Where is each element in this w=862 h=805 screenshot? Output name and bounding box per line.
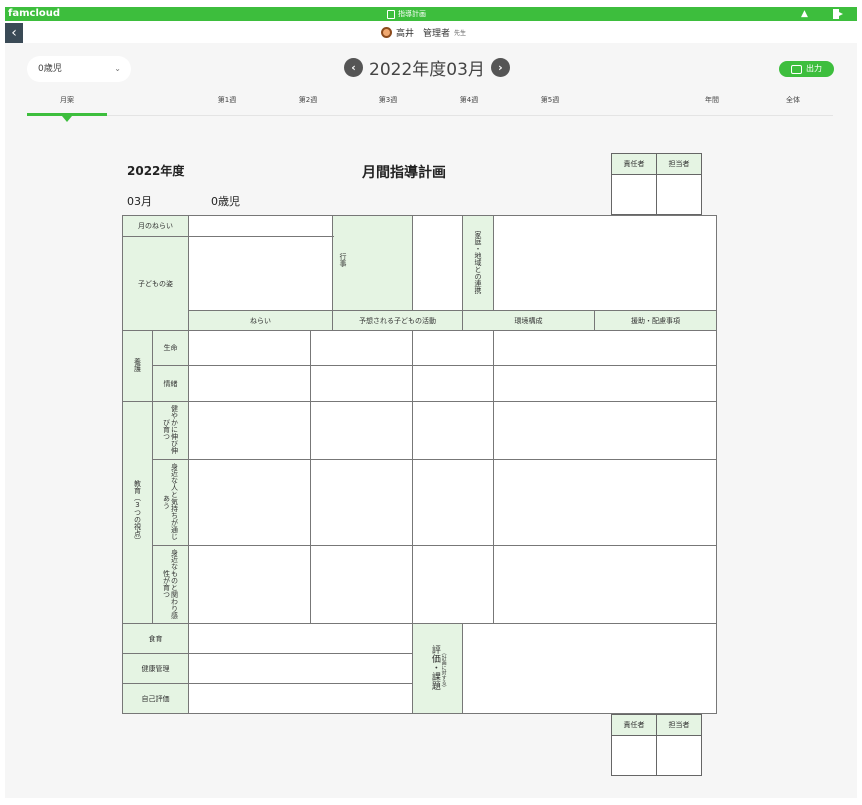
diet-label: 食育 (122, 623, 189, 654)
user-info: 高井 管理者 先生 (381, 26, 466, 39)
family-link-cell[interactable] (493, 215, 718, 311)
chevron-down-icon: ⌄ (114, 64, 121, 73)
col-header-environment: 環境構成 (462, 310, 596, 331)
events-label-text: 行事 (339, 253, 348, 267)
view3-support-cell[interactable] (493, 545, 718, 624)
tab-week4[interactable]: 第4週 (449, 92, 489, 116)
print-label: 出力 (806, 64, 822, 73)
emotion-activity-cell[interactable] (309, 365, 414, 402)
child-state-label: 子どもの姿 (122, 236, 189, 331)
nursing-label: 養護 (122, 330, 153, 402)
back-button[interactable]: ‹ (5, 23, 23, 43)
col-header-aim: ねらい (188, 310, 333, 331)
life-aim-cell[interactable] (188, 330, 311, 366)
life-label: 生命 (152, 330, 189, 366)
monthly-aim-label: 月のねらい (122, 215, 189, 237)
monthly-aim-cell[interactable] (187, 215, 334, 237)
self-eval-label: 自己評価 (122, 683, 189, 714)
sign-cell-manager-bottom[interactable] (611, 735, 657, 776)
view3-label: 身近なものと関わり感性が育つ (152, 545, 189, 624)
emotion-aim-cell[interactable] (188, 365, 311, 402)
diet-cell[interactable] (187, 623, 414, 654)
page-title: 指導計画 (398, 10, 426, 18)
document-year: 2022年度 (127, 164, 185, 178)
health-label: 健康管理 (122, 653, 189, 684)
tab-monthly[interactable]: 月案 (27, 92, 107, 122)
printer-icon (791, 64, 802, 74)
age-select-value: 0歳児 (38, 64, 62, 74)
view2-aim-cell[interactable] (188, 459, 311, 546)
next-month-button[interactable]: › (490, 58, 510, 77)
events-cell[interactable] (412, 215, 464, 311)
health-cell[interactable] (187, 653, 414, 684)
view1-environment-cell[interactable] (412, 401, 495, 460)
emotion-environment-cell[interactable] (412, 365, 495, 402)
period-nav: ‹ 2022年度03月 › (344, 55, 510, 80)
tab-week5[interactable]: 第5週 (530, 92, 570, 116)
self-eval-cell[interactable] (187, 683, 414, 714)
sign-box-top: 責任者 担当者 (611, 153, 702, 215)
age-select[interactable]: 0歳児 ⌄ (27, 56, 131, 82)
document-icon (387, 9, 395, 19)
view1-aim-cell[interactable] (188, 401, 311, 460)
view2-activity-cell[interactable] (309, 459, 414, 546)
view2-label: 身近な人と気持ちが通じあう (152, 459, 189, 546)
tab-yearly[interactable]: 年間 (692, 92, 732, 116)
education-label: 教育（3つの視点） (122, 401, 153, 624)
view1-support-cell[interactable] (493, 401, 718, 460)
col-header-activity: 予想される子どもの活動 (331, 310, 464, 331)
view1-activity-cell[interactable] (309, 401, 414, 460)
sign-header-manager: 責任者 (611, 153, 657, 175)
sign-cell-manager[interactable] (611, 174, 657, 215)
user-bar: ‹ 高井 管理者 先生 (5, 21, 857, 43)
monthly-plan-table: 月のねらい 家庭・地域との連携 子どもの姿 ねらい 予想される子どもの活動 環境… (122, 215, 718, 714)
col-header-support: 援助・配慮事項 (594, 310, 718, 331)
user-name: 高井 管理者 (396, 29, 451, 39)
document-month: 03月 (127, 195, 152, 208)
view1-label: 健やかに伸び伸び育つ (152, 401, 189, 460)
tab-overall[interactable]: 全体 (773, 92, 813, 116)
sign-cell-staff-bottom[interactable] (656, 735, 702, 776)
sign-header-staff-bottom: 担当者 (656, 714, 702, 736)
sign-box-bottom: 責任者 担当者 (611, 714, 702, 776)
bell-icon[interactable]: ▲ (801, 9, 808, 19)
evaluation-cell[interactable] (462, 623, 718, 714)
view3-environment-cell[interactable] (412, 545, 495, 624)
sign-header-manager-bottom: 責任者 (611, 714, 657, 736)
tab-week3[interactable]: 第3週 (368, 92, 408, 116)
app-logo: famcloud (8, 8, 61, 19)
family-link-label: 家庭・地域との連携 (462, 215, 495, 311)
child-state-cell[interactable] (187, 236, 334, 311)
tab-bar: 月案 第1週 第2週 第3週 第4週 第5週 年間 全体 (27, 92, 833, 122)
user-suffix: 先生 (454, 30, 467, 37)
content-panel: 0歳児 ⌄ ‹ 2022年度03月 › 出力 月案 第1週 第2週 第3週 第4… (5, 43, 857, 798)
document-title: 月間指導計画 (362, 165, 446, 181)
page-title-group: 指導計画 (387, 7, 426, 21)
tab-week1[interactable]: 第1週 (207, 92, 247, 116)
view3-aim-cell[interactable] (188, 545, 311, 624)
avatar (381, 27, 392, 38)
sign-cell-staff[interactable] (656, 174, 702, 215)
sign-header-staff: 担当者 (656, 153, 702, 175)
life-support-cell[interactable] (493, 330, 718, 366)
emotion-support-cell[interactable] (493, 365, 718, 402)
evaluation-label: 評価・課題（計画に対する） (412, 623, 464, 714)
prev-month-button[interactable]: ‹ (344, 58, 363, 77)
logout-icon[interactable] (833, 9, 843, 19)
document-age: 0歳児 (211, 195, 240, 208)
view2-environment-cell[interactable] (412, 459, 495, 546)
top-bar: famcloud 指導計画 ▲ (5, 7, 857, 21)
life-environment-cell[interactable] (412, 330, 495, 366)
view2-support-cell[interactable] (493, 459, 718, 546)
life-activity-cell[interactable] (309, 330, 414, 366)
print-button[interactable]: 出力 (779, 61, 834, 77)
period-title: 2022年度03月 (369, 60, 485, 80)
tab-week2[interactable]: 第2週 (288, 92, 328, 116)
emotion-label: 情緒 (152, 365, 189, 402)
view3-activity-cell[interactable] (309, 545, 414, 624)
